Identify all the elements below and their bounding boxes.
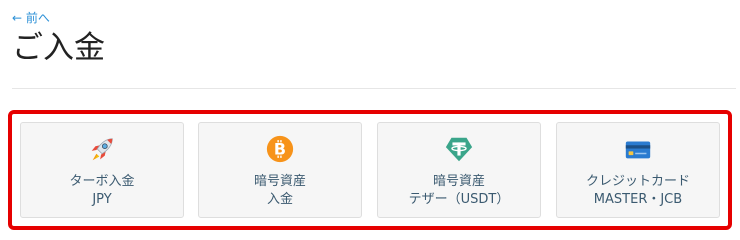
credit-card-option[interactable]: クレジットカード MASTER・JCB bbox=[556, 122, 720, 218]
credit-card-icon bbox=[623, 134, 653, 164]
crypto-deposit-label: 暗号資産 bbox=[253, 174, 306, 189]
crypto-deposit-sublabel: 入金 bbox=[266, 192, 293, 207]
tether-usdt-option[interactable]: 暗号資産 テザー（USDT） bbox=[377, 122, 541, 218]
tether-sublabel: テザー（USDT） bbox=[408, 192, 510, 207]
turbo-deposit-jpy-option[interactable]: ターボ入金 JPY bbox=[20, 122, 184, 218]
turbo-deposit-currency: JPY bbox=[92, 192, 112, 207]
credit-card-brands: MASTER・JCB bbox=[593, 192, 683, 207]
bitcoin-icon: B bbox=[265, 134, 295, 164]
svg-text:B: B bbox=[274, 140, 286, 159]
turbo-deposit-label: ターボ入金 bbox=[69, 174, 135, 189]
tether-label: 暗号資産 bbox=[432, 174, 485, 189]
rocket-icon bbox=[87, 134, 117, 164]
tether-icon bbox=[444, 134, 474, 164]
page-title: ご入金 bbox=[12, 30, 105, 66]
credit-card-label: クレジットカード bbox=[585, 174, 690, 189]
divider bbox=[12, 88, 736, 89]
crypto-deposit-option[interactable]: B 暗号資産 入金 bbox=[198, 122, 362, 218]
back-link[interactable]: ← 前へ bbox=[12, 10, 50, 26]
